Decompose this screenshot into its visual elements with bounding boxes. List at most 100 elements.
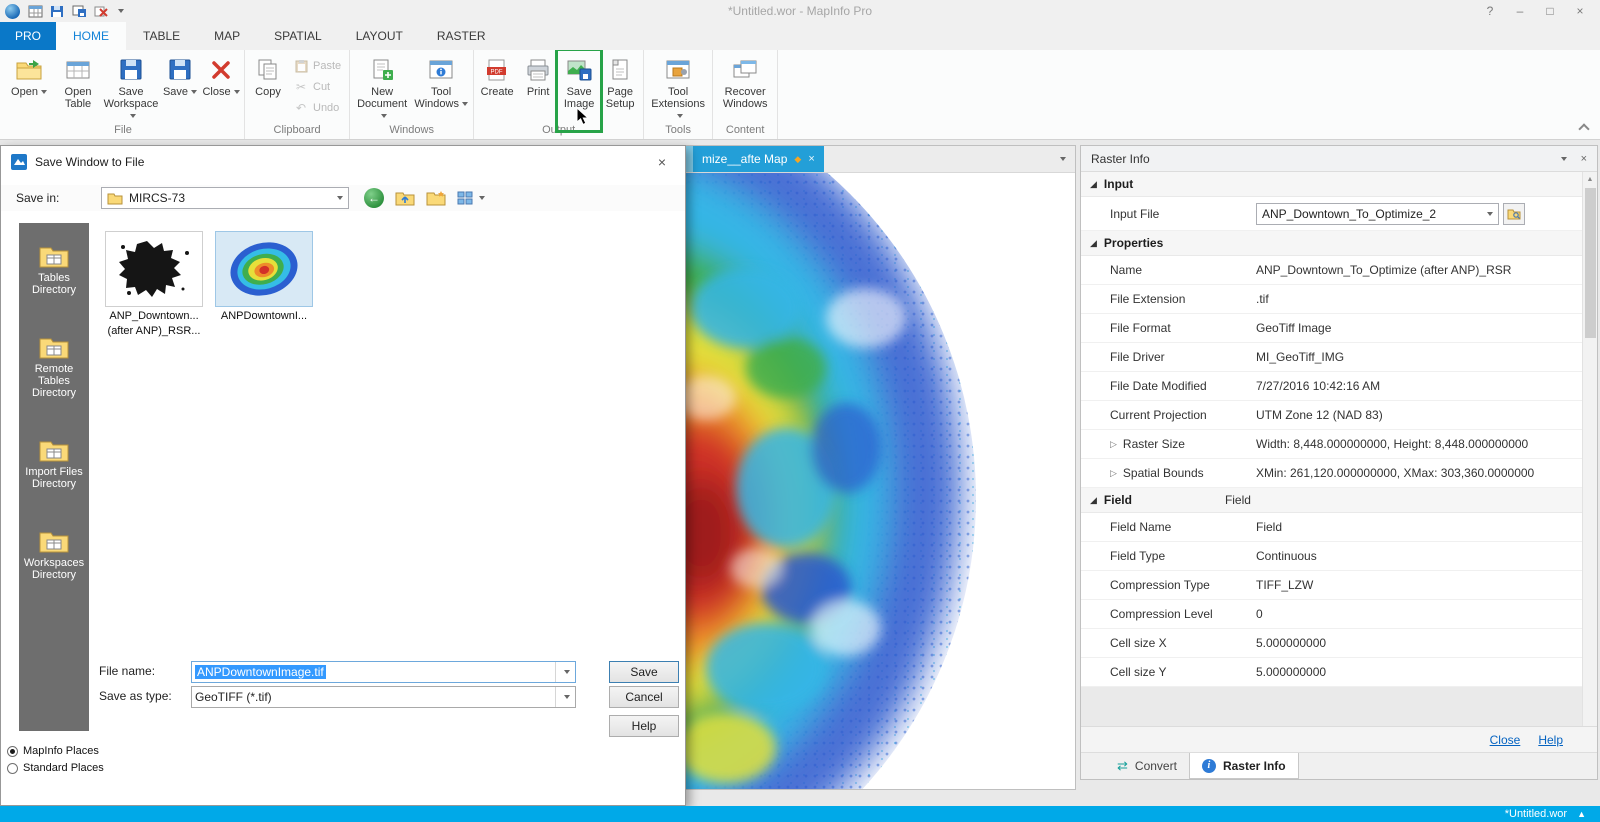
- property-row-file-format: File Format GeoTiff Image: [1081, 314, 1582, 343]
- tab-convert[interactable]: ⇄ Convert: [1105, 753, 1189, 779]
- section-input[interactable]: ◢ Input: [1081, 172, 1582, 197]
- file-item[interactable]: ANP_Downtown... (after ANP)_RSR...: [101, 231, 207, 337]
- standard-places-radio[interactable]: Standard Places: [7, 762, 104, 774]
- tab-map[interactable]: MAP: [197, 22, 257, 50]
- page-setup-button[interactable]: Page Setup: [600, 51, 640, 123]
- close-panel-icon[interactable]: ×: [1581, 153, 1587, 165]
- collapsed-icon[interactable]: ▷: [1110, 439, 1117, 450]
- sidebar-item-workspaces-directory[interactable]: Workspaces Directory: [21, 530, 87, 581]
- copy-button[interactable]: Copy: [248, 51, 288, 123]
- create-button[interactable]: PDF Create: [477, 51, 517, 123]
- recover-windows-icon: [732, 56, 758, 83]
- save-image-button[interactable]: Save Image: [555, 48, 604, 133]
- close-link[interactable]: Close: [1490, 733, 1521, 747]
- help-button[interactable]: ?: [1475, 0, 1505, 22]
- tool-extensions-icon: [665, 56, 691, 83]
- close-window-button[interactable]: ×: [1565, 0, 1595, 22]
- group-label-file: File: [114, 124, 132, 136]
- collapse-ribbon-icon[interactable]: [1578, 123, 1590, 135]
- property-row-file-extension: File Extension .tif: [1081, 285, 1582, 314]
- save-table-icon[interactable]: [71, 4, 87, 19]
- panel-tab-bar: ⇄ Convert i Raster Info: [1081, 752, 1597, 779]
- sidebar-item-import-files-directory[interactable]: Import Files Directory: [21, 439, 87, 490]
- places-options: MapInfo Places Standard Places: [7, 745, 104, 774]
- raster-info-body: ◢ Input Input File ANP_Downtown_To_Optim…: [1081, 172, 1597, 726]
- file-name-input[interactable]: ANPDowntownImage.tif: [191, 661, 576, 683]
- map-raster-layer: [686, 173, 1006, 789]
- close-map-tab-icon[interactable]: ×: [808, 153, 814, 165]
- tab-layout[interactable]: LAYOUT: [339, 22, 420, 50]
- collapsed-icon[interactable]: ▷: [1110, 468, 1117, 479]
- save-workspace-icon[interactable]: [49, 4, 65, 19]
- file-item-selected[interactable]: ANPDowntownI...: [211, 231, 317, 322]
- back-icon[interactable]: ←: [364, 188, 384, 208]
- cut-icon: ✂: [295, 80, 307, 94]
- map-tab-sliver: [686, 146, 693, 172]
- file-list[interactable]: ANP_Downtown... (after ANP)_RSR... ANPDo…: [91, 223, 685, 657]
- sidebar-item-tables-directory[interactable]: Tables Directory: [21, 245, 87, 296]
- open-table-icon[interactable]: [27, 4, 43, 19]
- new-document-button[interactable]: New Document: [353, 51, 411, 123]
- recover-windows-button[interactable]: Recover Windows: [716, 51, 774, 123]
- copy-icon: [256, 56, 280, 83]
- map-document-tab[interactable]: mize__afte Map ◆ ×: [693, 146, 824, 172]
- save-dialog-button[interactable]: Save: [609, 661, 679, 683]
- qat-menu-chevron-icon[interactable]: [118, 9, 124, 13]
- convert-icon: ⇄: [1117, 758, 1128, 773]
- mapinfo-places-radio[interactable]: MapInfo Places: [7, 745, 104, 757]
- view-menu-button[interactable]: [457, 191, 485, 205]
- save-as-type-combobox[interactable]: GeoTIFF (*.tif): [191, 686, 576, 708]
- dialog-icon: [11, 153, 27, 170]
- save-in-combobox[interactable]: MIRCS-73: [101, 187, 349, 209]
- title-bar: *Untitled.wor - MapInfo Pro ? – □ ×: [0, 0, 1600, 22]
- minimize-button[interactable]: –: [1505, 0, 1535, 22]
- sidebar-item-remote-tables-directory[interactable]: Remote Tables Directory: [21, 336, 87, 399]
- help-button[interactable]: Help: [609, 715, 679, 737]
- statusbar-workspace-label[interactable]: *Untitled.wor: [1505, 808, 1567, 820]
- chevron-down-icon: [676, 114, 683, 119]
- close-button[interactable]: Close: [201, 51, 241, 123]
- up-one-level-icon[interactable]: [395, 190, 415, 206]
- help-link[interactable]: Help: [1538, 733, 1563, 747]
- window-title: *Untitled.wor - MapInfo Pro: [727, 4, 873, 18]
- expanded-icon[interactable]: ◢: [1090, 238, 1097, 249]
- tab-raster-info[interactable]: i Raster Info: [1188, 753, 1299, 779]
- tab-pro[interactable]: PRO: [0, 22, 57, 50]
- expanded-icon[interactable]: ◢: [1090, 179, 1097, 190]
- save-button[interactable]: Save: [160, 51, 200, 123]
- tool-extensions-button[interactable]: Tool Extensions: [647, 51, 709, 123]
- print-button[interactable]: Print: [518, 51, 558, 123]
- dialog-close-icon[interactable]: ×: [649, 154, 675, 170]
- maximize-button[interactable]: □: [1535, 0, 1565, 22]
- section-properties[interactable]: ◢ Properties: [1081, 231, 1582, 256]
- tab-raster[interactable]: RASTER: [420, 22, 503, 50]
- new-folder-icon[interactable]: [426, 190, 446, 206]
- scroll-up-icon[interactable]: ▲: [1587, 172, 1594, 186]
- chevron-down-icon: [233, 90, 240, 95]
- save-workspace-button[interactable]: Save Workspace: [103, 51, 159, 123]
- open-button[interactable]: Open: [5, 51, 53, 123]
- tab-spatial[interactable]: SPATIAL: [257, 22, 339, 50]
- panel-menu-chevron-icon[interactable]: [1560, 156, 1567, 161]
- close-all-icon[interactable]: [93, 4, 109, 19]
- scrollbar-thumb[interactable]: [1584, 188, 1596, 338]
- tab-table[interactable]: TABLE: [126, 22, 197, 50]
- open-table-button[interactable]: Open Table: [54, 51, 102, 123]
- cut-button: ✂ Cut: [295, 80, 331, 94]
- scrollbar[interactable]: ▲: [1582, 172, 1597, 726]
- property-row-name: Name ANP_Downtown_To_Optimize (after ANP…: [1081, 256, 1582, 285]
- new-document-icon: [369, 56, 395, 83]
- tab-list-chevron-icon[interactable]: [1060, 157, 1066, 161]
- expanded-icon[interactable]: ◢: [1090, 495, 1097, 506]
- tool-windows-button[interactable]: Tool Windows: [412, 51, 470, 123]
- tab-home[interactable]: HOME: [56, 22, 127, 50]
- cancel-button[interactable]: Cancel: [609, 686, 679, 708]
- property-row-raster-size: ▷ Raster Size Width: 8,448.000000000, Hei…: [1081, 430, 1582, 459]
- browse-input-file-button[interactable]: [1503, 202, 1525, 225]
- section-field[interactable]: ◢ Field Field: [1081, 488, 1582, 513]
- ribbon: Open Open Table Save Workspace Save Clos…: [0, 48, 1600, 140]
- input-file-combobox[interactable]: ANP_Downtown_To_Optimize_2: [1256, 202, 1499, 225]
- statusbar-up-triangle-icon[interactable]: ▲: [1577, 809, 1586, 819]
- open-table-icon: [65, 56, 91, 83]
- map-view[interactable]: [686, 173, 1075, 789]
